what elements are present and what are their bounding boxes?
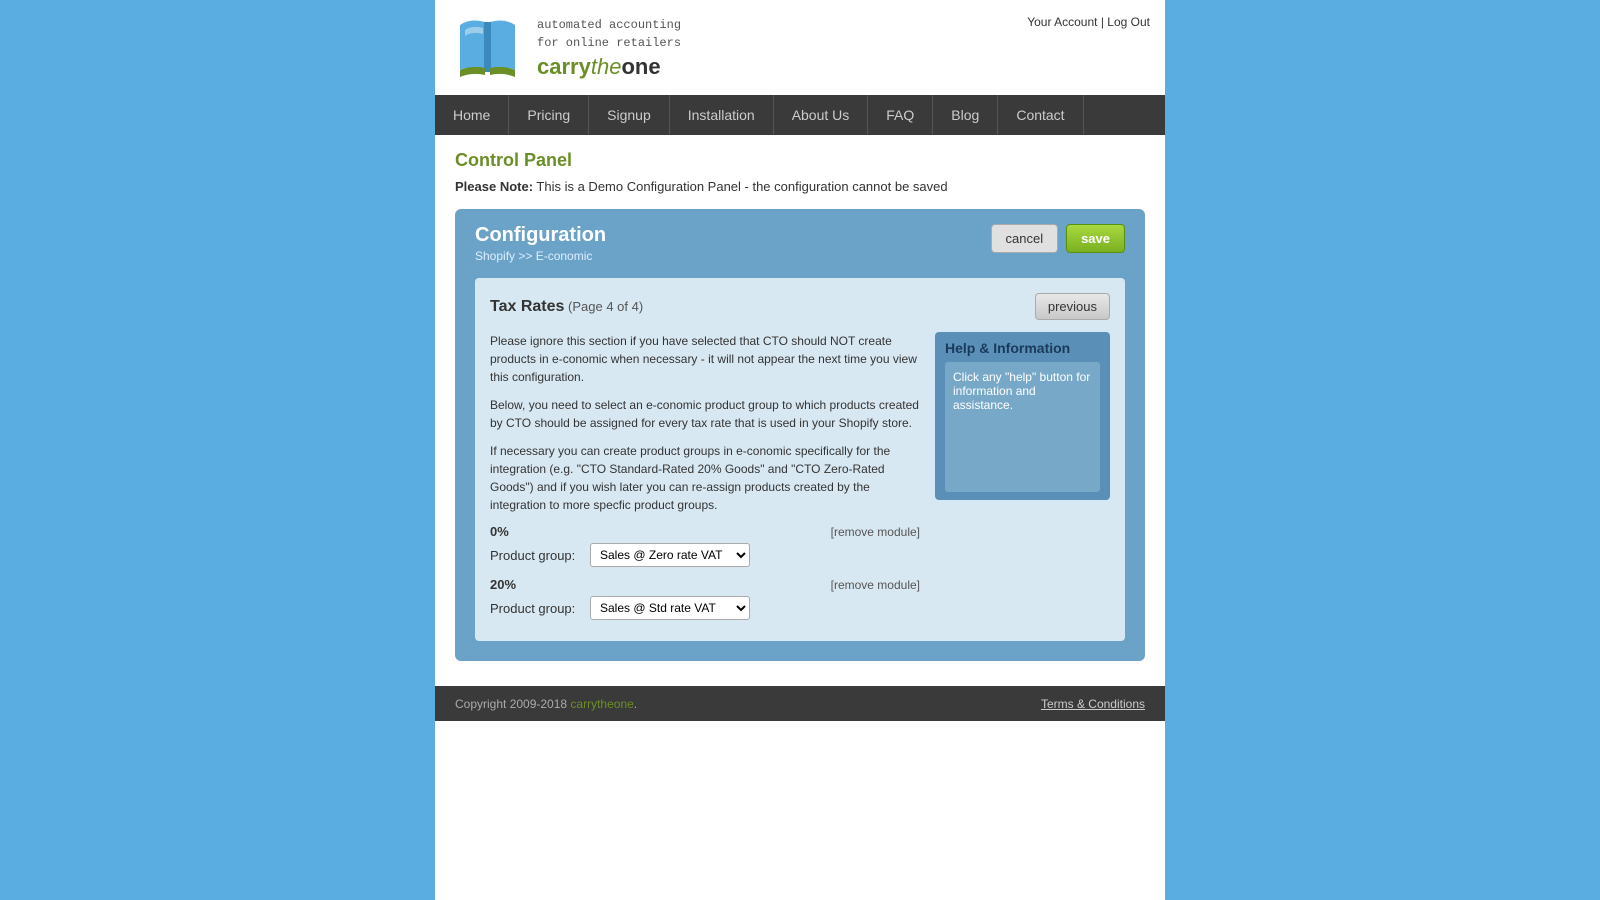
product-group-label-20: Product group: [490, 601, 580, 616]
product-group-select-0[interactable]: Sales @ Zero rate VAT Sales @ Std rate V… [590, 543, 750, 567]
demo-notice: Please Note: This is a Demo Configuratio… [455, 179, 1145, 194]
save-button[interactable]: save [1066, 224, 1125, 253]
previous-button[interactable]: previous [1035, 293, 1110, 320]
nav-home[interactable]: Home [435, 95, 509, 135]
info-para-1: Please ignore this section if you have s… [490, 332, 920, 386]
footer: Copyright 2009-2018 carrytheone. Terms &… [435, 686, 1165, 721]
tax-rate-label-0: 0% [490, 524, 509, 539]
product-group-label-0: Product group: [490, 548, 580, 563]
inner-box: Tax Rates (Page 4 of 4) previous Please … [475, 278, 1125, 641]
info-para-3: If necessary you can create product grou… [490, 442, 920, 514]
tax-rate-row-20: 20% [remove module] Product group: Sales… [490, 577, 920, 620]
header-links: Your Account | Log Out [1027, 10, 1150, 29]
product-group-row-0: Product group: Sales @ Zero rate VAT Sal… [490, 543, 920, 567]
remove-module-0[interactable]: [remove module] [831, 525, 920, 539]
product-group-row-20: Product group: Sales @ Zero rate VAT Sal… [490, 596, 920, 620]
logout-link[interactable]: Log Out [1107, 15, 1150, 29]
config-buttons: cancel save [991, 224, 1126, 253]
config-header: Configuration Shopify >> E-conomic cance… [475, 224, 1125, 263]
config-title-area: Configuration Shopify >> E-conomic [475, 224, 606, 263]
config-box: Configuration Shopify >> E-conomic cance… [455, 209, 1145, 661]
tax-rates-title: Tax Rates [490, 298, 564, 315]
nav-blog[interactable]: Blog [933, 95, 998, 135]
footer-terms: Terms & Conditions [1041, 696, 1145, 711]
logo-icon [450, 10, 525, 85]
nav-about-us[interactable]: About Us [774, 95, 869, 135]
cancel-button[interactable]: cancel [991, 224, 1059, 253]
nav-pricing[interactable]: Pricing [509, 95, 589, 135]
remove-module-20[interactable]: [remove module] [831, 578, 920, 592]
your-account-link[interactable]: Your Account [1027, 15, 1097, 29]
page-title: Control Panel [455, 150, 1145, 171]
logo-text: carrytheone [537, 54, 681, 80]
tax-rates-header: Tax Rates (Page 4 of 4) previous [490, 293, 1110, 320]
logo-tagline: automated accounting for online retailer… [537, 16, 681, 52]
config-subtitle: Shopify >> E-conomic [475, 249, 606, 263]
nav-bar: Home Pricing Signup Installation About U… [435, 95, 1165, 135]
main-content-flex: Please ignore this section if you have s… [490, 332, 1110, 626]
footer-cto-link[interactable]: carrytheone [570, 697, 633, 711]
product-group-select-20[interactable]: Sales @ Zero rate VAT Sales @ Std rate V… [590, 596, 750, 620]
tax-rate-line-0: 0% [remove module] [490, 524, 920, 539]
footer-copyright: Copyright 2009-2018 carrytheone. [455, 697, 637, 711]
left-column: Please ignore this section if you have s… [490, 332, 920, 626]
tax-rate-line-20: 20% [remove module] [490, 577, 920, 592]
config-title: Configuration [475, 224, 606, 247]
nav-installation[interactable]: Installation [670, 95, 774, 135]
nav-faq[interactable]: FAQ [868, 95, 933, 135]
nav-contact[interactable]: Contact [998, 95, 1083, 135]
logo-area: automated accounting for online retailer… [450, 10, 681, 85]
tax-rate-row-0: 0% [remove module] Product group: Sales … [490, 524, 920, 567]
help-text: Click any "help" button for information … [945, 362, 1100, 492]
help-title: Help & Information [945, 340, 1100, 356]
tax-rates-title-area: Tax Rates (Page 4 of 4) [490, 298, 643, 316]
header: automated accounting for online retailer… [435, 0, 1165, 95]
help-box: Help & Information Click any "help" butt… [935, 332, 1110, 500]
tax-rate-label-20: 20% [490, 577, 516, 592]
right-column: Help & Information Click any "help" butt… [935, 332, 1110, 626]
content-area: Control Panel Please Note: This is a Dem… [435, 135, 1165, 686]
terms-link[interactable]: Terms & Conditions [1041, 697, 1145, 711]
info-para-2: Below, you need to select an e-conomic p… [490, 396, 920, 432]
nav-signup[interactable]: Signup [589, 95, 670, 135]
tax-rates-page: (Page 4 of 4) [568, 299, 643, 314]
